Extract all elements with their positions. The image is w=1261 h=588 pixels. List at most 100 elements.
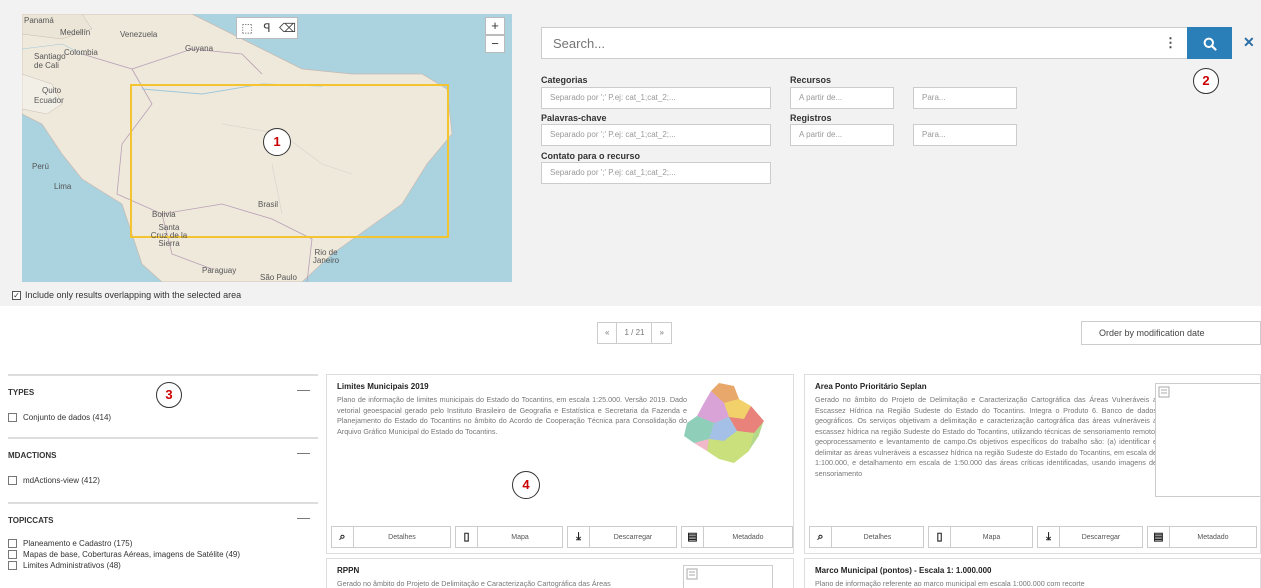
result-abstract: Gerado no âmbito do Projeto de Delimitaç… [815, 395, 1157, 478]
facet-mdactions: MDACTIONS — mdActions-view (412) [8, 437, 318, 499]
map-label-ecuador: Ecuador [34, 96, 64, 105]
facet-checkbox[interactable] [8, 561, 17, 570]
map-button[interactable]: ▯ Mapa [455, 526, 563, 548]
search-icon: ⌕ [332, 527, 354, 547]
download-icon: ⤓ [1038, 527, 1060, 547]
page-indicator: 1 / 21 [617, 323, 653, 343]
order-select[interactable]: Order by modification date [1081, 321, 1261, 345]
prev-page-button[interactable]: « [598, 323, 618, 343]
filter-recursos-from[interactable]: A partir de... [790, 87, 894, 109]
map-icon: ▯ [456, 527, 478, 547]
download-button[interactable]: ⤓ Descarregar [567, 526, 677, 548]
filter-palavras-input[interactable]: Separado por ';' P.ej: cat_1;cat_2;... [541, 124, 771, 146]
map-viewer[interactable]: Panamá Medellín Venezuela Guyana Santiag… [22, 14, 512, 282]
result-title[interactable]: Marco Municipal (pontos) - Escala 1: 1.0… [815, 566, 992, 575]
result-title[interactable]: Limites Municipais 2019 [337, 382, 429, 391]
marker-1: 1 [263, 128, 291, 156]
map-draw-toolbar: ⬚ ꟼ ⌫ [236, 17, 298, 39]
broken-image-icon [686, 568, 698, 580]
search-icon [1203, 37, 1217, 51]
result-thumbnail[interactable] [679, 381, 769, 466]
zoom-in-button[interactable]: + [485, 17, 505, 35]
result-card[interactable]: RPPN Gerado no âmbito do Projeto de Deli… [326, 558, 794, 588]
details-label: Detalhes [863, 533, 892, 541]
overlap-checkbox-row[interactable]: ✓ Include only results overlapping with … [12, 290, 241, 300]
filter-registros-label: Registros [790, 113, 832, 123]
draw-rectangle-icon[interactable]: ⬚ [239, 21, 255, 35]
search-input[interactable] [542, 28, 1142, 58]
facet-checkbox[interactable] [8, 539, 17, 548]
download-button[interactable]: ⤓ Descarregar [1037, 526, 1143, 548]
collapse-icon[interactable]: — [297, 510, 310, 525]
collapse-icon[interactable]: — [297, 382, 310, 397]
clear-search-icon[interactable]: ✕ [1243, 34, 1255, 51]
map-label-sao-paulo: São Paulo [260, 273, 297, 282]
facet-item-label: Conjunto de dados (414) [23, 413, 112, 422]
result-actions: ⌕ Detalhes ▯ Mapa ⤓ Descarregar ▤ Metadado [805, 526, 1257, 548]
marker-4: 4 [512, 471, 540, 499]
map-button[interactable]: ▯ Mapa [928, 526, 1033, 548]
map-label-colombia: Colombia [64, 48, 98, 57]
overlap-checkbox-label: Include only results overlapping with th… [25, 290, 242, 300]
broken-image-icon [1158, 386, 1170, 398]
draw-polygon-icon[interactable]: ꟼ [259, 21, 275, 35]
search-button[interactable] [1187, 27, 1232, 59]
result-abstract: Plano de informação referente ao marco m… [815, 579, 1085, 588]
facet-title: MDACTIONS [8, 451, 57, 460]
next-page-button[interactable]: » [652, 323, 670, 343]
metadata-icon: ▤ [1148, 527, 1170, 547]
map-label-guyana: Guyana [185, 44, 214, 53]
result-card[interactable]: Limites Municipais 2019 Plano de informa… [326, 374, 794, 554]
facet-item[interactable]: mdActions-view (412) [8, 476, 318, 485]
metadata-button[interactable]: ▤ Metadado [681, 526, 793, 548]
search-options-icon[interactable]: ⋮ [1164, 35, 1177, 51]
result-thumbnail[interactable] [683, 565, 773, 588]
map-label-peru: Perú [32, 162, 49, 171]
result-title[interactable]: Area Ponto Prioritário Seplan [815, 382, 927, 391]
facet-checkbox[interactable] [8, 476, 17, 485]
map-label-panama: Panamá [24, 16, 54, 25]
map-label-quito: Quito [42, 86, 62, 95]
map-label: Mapa [982, 533, 1001, 541]
filter-registros-from[interactable]: A partir de... [790, 124, 894, 146]
metadata-icon: ▤ [682, 527, 704, 547]
facet-checkbox[interactable] [8, 550, 17, 559]
map-label-santa-cruz: Santa Cruz de la Sierra [150, 223, 188, 248]
map-label-rio: Rio de Janeiro [312, 248, 340, 265]
overlap-checkbox[interactable]: ✓ [12, 290, 21, 300]
details-label: Detalhes [388, 533, 416, 541]
facet-item[interactable]: Limites Administrativos (48) [8, 561, 318, 570]
filter-categorias-input[interactable]: Separado por ';' P.ej: cat_1;cat_2;... [541, 87, 771, 109]
selection-box[interactable] [130, 84, 449, 238]
result-card[interactable]: Area Ponto Prioritário Seplan Gerado no … [804, 374, 1261, 554]
zoom-out-button[interactable]: − [485, 35, 505, 53]
download-label: Descarregar [1081, 533, 1121, 541]
map-label-paraguay: Paraguay [202, 266, 237, 275]
facet-item[interactable]: Planeamento e Cadastro (175) [8, 539, 318, 548]
metadata-label: Metadado [732, 533, 764, 541]
metadata-button[interactable]: ▤ Metadado [1147, 526, 1257, 548]
result-thumbnail[interactable] [1155, 383, 1260, 497]
details-button[interactable]: ⌕ Detalhes [331, 526, 451, 548]
zoom-control: + − [485, 17, 505, 53]
filter-contato-input[interactable]: Separado por ';' P.ej: cat_1;cat_2;... [541, 162, 771, 184]
pagination: « 1 / 21 » [597, 322, 672, 344]
facet-item-label: mdActions-view (412) [23, 476, 100, 485]
facet-item[interactable]: Conjunto de dados (414) [8, 413, 318, 422]
result-card[interactable]: Marco Municipal (pontos) - Escala 1: 1.0… [804, 558, 1261, 588]
collapse-icon[interactable]: — [297, 445, 310, 460]
details-button[interactable]: ⌕ Detalhes [809, 526, 924, 548]
eraser-icon[interactable]: ⌫ [279, 21, 296, 35]
filter-palavras-label: Palavras-chave [541, 113, 607, 123]
facet-checkbox[interactable] [8, 413, 17, 422]
result-title[interactable]: RPPN [337, 566, 359, 575]
filter-registros-to[interactable]: Para... [913, 124, 1017, 146]
marker-2: 2 [1193, 68, 1219, 94]
result-actions: ⌕ Detalhes ▯ Mapa ⤓ Descarregar ▤ Metadado [327, 526, 793, 548]
map-label-brasil: Brasil [258, 200, 279, 209]
facet-item[interactable]: Mapas de base, Coberturas Aéreas, imagen… [8, 550, 318, 559]
filter-recursos-to[interactable]: Para... [913, 87, 1017, 109]
search-bar: ⋮ [541, 27, 1188, 59]
facet-title: TOPICCATS [8, 516, 54, 525]
map-label: Mapa [511, 533, 529, 541]
